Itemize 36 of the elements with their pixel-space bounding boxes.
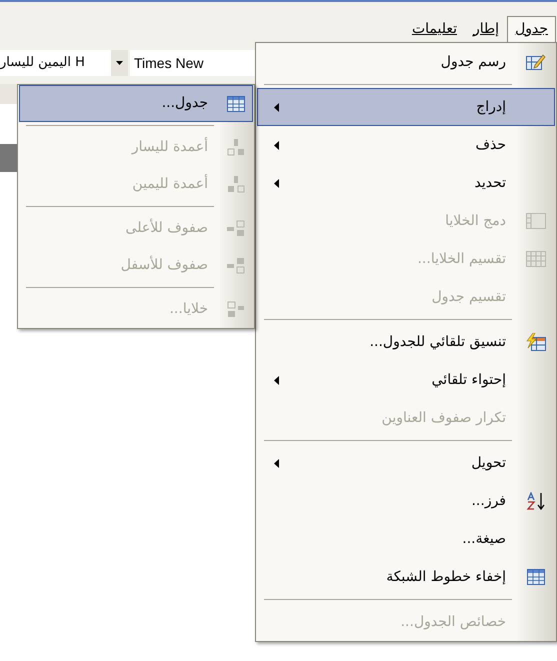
caret-down-icon [116, 61, 123, 65]
menu-tab[interactable]: إطار [465, 16, 508, 42]
ruler [0, 84, 17, 104]
menu-item[interactable]: فرز... [257, 482, 555, 520]
menu-tab[interactable]: تعليمات [404, 16, 465, 42]
font-combo[interactable]: Times New [130, 50, 255, 76]
caret-icon [274, 376, 279, 384]
cells-icon [227, 301, 245, 318]
menu-tab[interactable]: جدول [507, 16, 556, 42]
menu-item[interactable]: تنسيق تلقائي للجدول... [257, 323, 555, 361]
caret-icon [274, 140, 279, 150]
sort-icon [526, 492, 546, 510]
split-cells-icon [526, 251, 546, 267]
menu-item[interactable]: جدول... [19, 85, 253, 122]
columns-left-icon [227, 139, 245, 156]
menu-item[interactable]: تحديد [257, 164, 555, 202]
table-icon [227, 96, 245, 112]
columns-right-icon [227, 176, 245, 193]
pencil-table-icon [526, 53, 546, 71]
menu-item[interactable]: إخفاء خطوط الشبكة [257, 558, 555, 596]
menu-item[interactable]: إحتواء تلقائي [257, 361, 555, 399]
caret-icon [274, 178, 279, 188]
menu-item[interactable]: تحويل [257, 444, 555, 482]
merge-cells-icon [526, 213, 546, 229]
menu-item[interactable]: رسم جدول [257, 43, 555, 81]
menu-item[interactable]: صيغة... [257, 520, 555, 558]
menu-item[interactable]: حذف [257, 126, 555, 164]
caret-icon [274, 458, 279, 468]
dropdown-button[interactable] [111, 50, 128, 76]
rows-below-icon [227, 257, 245, 274]
caret-icon [274, 102, 279, 112]
table-icon [527, 569, 545, 585]
menu-item[interactable]: إدراج [257, 88, 555, 126]
lightning-table-icon [526, 333, 546, 351]
rows-above-icon [227, 220, 245, 237]
document-bar [0, 144, 17, 172]
